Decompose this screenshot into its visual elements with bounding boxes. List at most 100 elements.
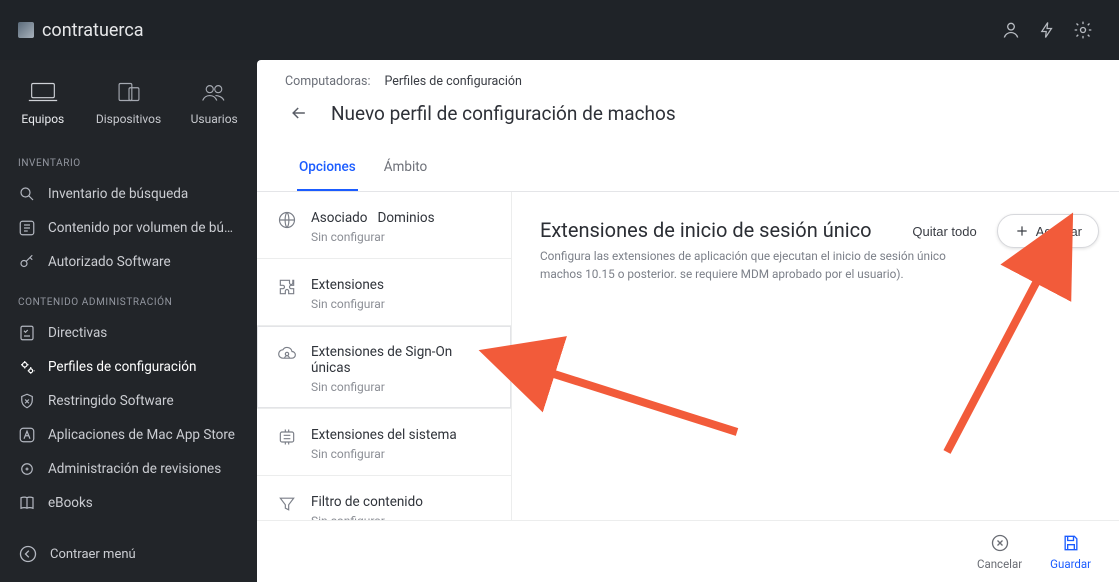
sidebar: Equipos Dispositivos Usuarios INVENTARIO…: [0, 60, 257, 582]
sidebar-item-label: Perfiles de configuración: [48, 359, 196, 375]
option-sub: Sin configurar: [311, 514, 423, 520]
sidebar-item-label: Restringido Software: [48, 393, 174, 409]
button-label: Guardar: [1050, 557, 1091, 571]
sidebar-item-restringido-software[interactable]: Restringido Software: [0, 384, 257, 418]
button-label: Cancelar: [977, 557, 1022, 571]
work-area: Asociado Dominios Sin configurar Extensi…: [257, 192, 1119, 520]
puzzle-icon: [277, 277, 297, 297]
option-item-extensiones[interactable]: Extensiones Sin configurar: [257, 259, 511, 326]
top-tab-label: Usuarios: [191, 112, 238, 126]
add-button[interactable]: Agregar: [997, 214, 1099, 248]
tab-opciones[interactable]: Opciones: [297, 145, 358, 191]
sidebar-item-ebooks[interactable]: eBooks: [0, 486, 257, 520]
sidebar-item-label: Aplicaciones de Mac App Store: [48, 427, 235, 443]
plus-icon: [1014, 223, 1030, 239]
tab-label: Opciones: [299, 159, 356, 175]
option-title: Extensiones del sistema: [311, 427, 457, 443]
search-icon: [18, 185, 36, 203]
sidebar-item-label: Contenido por volumen de búsqueda: [48, 220, 239, 236]
page-title: Nuevo perfil de configuración de machos: [331, 102, 676, 125]
option-sub: Sin configurar: [311, 380, 495, 394]
breadcrumb-level1: Computadoras:: [285, 74, 370, 89]
top-tab-label: Dispositivos: [96, 112, 161, 126]
brand: contratuerca: [18, 20, 144, 41]
detail-description: Configura las extensiones de aplicación …: [540, 248, 960, 283]
cancel-button[interactable]: Cancelar: [977, 533, 1022, 571]
breadcrumb: Computadoras: Perfiles de configuración: [285, 74, 1091, 89]
detail-pane: Extensiones de inicio de sesión único Co…: [512, 192, 1119, 520]
shield-x-icon: [18, 392, 36, 410]
section-label-contenido: CONTENIDO ADMINISTRACIÓN: [0, 279, 257, 316]
book-icon: [18, 494, 36, 512]
tab-ambito[interactable]: Ámbito: [382, 145, 430, 191]
brand-name: contratuerca: [42, 20, 144, 41]
topbar: contratuerca: [0, 0, 1119, 60]
option-list[interactable]: Asociado Dominios Sin configurar Extensi…: [257, 192, 512, 520]
logo-icon: [18, 22, 34, 38]
save-icon: [1061, 533, 1081, 553]
option-title: Extensiones: [311, 277, 385, 293]
option-sub: Sin configurar: [311, 230, 435, 244]
top-tabs: Equipos Dispositivos Usuarios: [0, 60, 257, 140]
option-title: Filtro de contenido: [311, 494, 423, 510]
save-button[interactable]: Guardar: [1050, 533, 1091, 571]
sidebar-item-label: Autorizado Software: [48, 254, 171, 270]
sidebar-item-autorizado-software[interactable]: Autorizado Software: [0, 245, 257, 279]
top-tab-equipos[interactable]: Equipos: [0, 68, 86, 140]
inner-tabs: Opciones Ámbito: [257, 145, 1119, 192]
top-tab-dispositivos[interactable]: Dispositivos: [86, 68, 172, 140]
main-panel: Computadoras: Perfiles de configuración …: [257, 60, 1119, 582]
sidebar-item-admin-revisiones[interactable]: Administración de revisiones: [0, 452, 257, 486]
arrow-left-icon: [289, 103, 309, 123]
sidebar-item-label: eBooks: [48, 495, 93, 511]
option-item-sso-extensiones[interactable]: Extensiones de Sign-On únicas Sin config…: [257, 326, 511, 409]
option-title: Asociado: [311, 210, 367, 226]
option-title: Extensiones de Sign-On únicas: [311, 344, 495, 376]
collapse-icon: [18, 544, 38, 564]
section-label-inventario: INVENTARIO: [0, 140, 257, 177]
option-sub: Sin configurar: [311, 447, 457, 461]
remove-all-button[interactable]: Quitar todo: [900, 216, 988, 247]
users-icon: [197, 78, 231, 106]
top-tab-usuarios[interactable]: Usuarios: [171, 68, 257, 140]
devices-icon: [112, 78, 146, 106]
button-label: Agregar: [1036, 224, 1082, 239]
collapse-menu-button[interactable]: Contraer menú: [0, 529, 257, 582]
gear-icon[interactable]: [1065, 12, 1101, 48]
breadcrumb-level2[interactable]: Perfiles de configuración: [384, 74, 521, 89]
option-item-filtro-contenido[interactable]: Filtro de contenido Sin configurar: [257, 476, 511, 520]
sidebar-item-label: Directivas: [48, 325, 107, 341]
key-icon: [18, 253, 36, 271]
laptop-icon: [26, 78, 60, 106]
sidebar-item-directivas[interactable]: Directivas: [0, 316, 257, 350]
button-label: Quitar todo: [912, 224, 976, 239]
option-extra: Dominios: [377, 210, 434, 226]
cancel-icon: [990, 533, 1010, 553]
cloud-person-icon: [277, 344, 297, 364]
sidebar-item-contenido-volumen[interactable]: Contenido por volumen de búsqueda: [0, 211, 257, 245]
top-tab-label: Equipos: [21, 112, 64, 126]
app-a-icon: [18, 426, 36, 444]
user-icon[interactable]: [993, 12, 1029, 48]
panel-header: Computadoras: Perfiles de configuración …: [257, 60, 1119, 145]
patch-icon: [18, 460, 36, 478]
sidebar-item-perfiles-configuracion[interactable]: Perfiles de configuración: [0, 350, 257, 384]
sidebar-item-label: Inventario de búsqueda: [48, 186, 188, 202]
sidebar-item-inventario-busqueda[interactable]: Inventario de búsqueda: [0, 177, 257, 211]
globe-icon: [277, 210, 297, 230]
system-ext-icon: [277, 427, 297, 447]
checklist-icon: [18, 324, 36, 342]
bolt-icon[interactable]: [1029, 12, 1065, 48]
sidebar-item-label: Administración de revisiones: [48, 461, 221, 477]
sidebar-item-mac-app-store[interactable]: Aplicaciones de Mac App Store: [0, 418, 257, 452]
gears-icon: [18, 358, 36, 376]
tab-label: Ámbito: [384, 159, 428, 175]
collapse-label: Contraer menú: [50, 547, 136, 562]
apps-box-icon: [18, 219, 36, 237]
back-button[interactable]: [285, 99, 313, 127]
option-item-asociado[interactable]: Asociado Dominios Sin configurar: [257, 192, 511, 259]
option-sub: Sin configurar: [311, 297, 385, 311]
funnel-icon: [277, 494, 297, 514]
option-item-system-ext[interactable]: Extensiones del sistema Sin configurar: [257, 409, 511, 476]
panel-footer: Cancelar Guardar: [257, 520, 1119, 582]
